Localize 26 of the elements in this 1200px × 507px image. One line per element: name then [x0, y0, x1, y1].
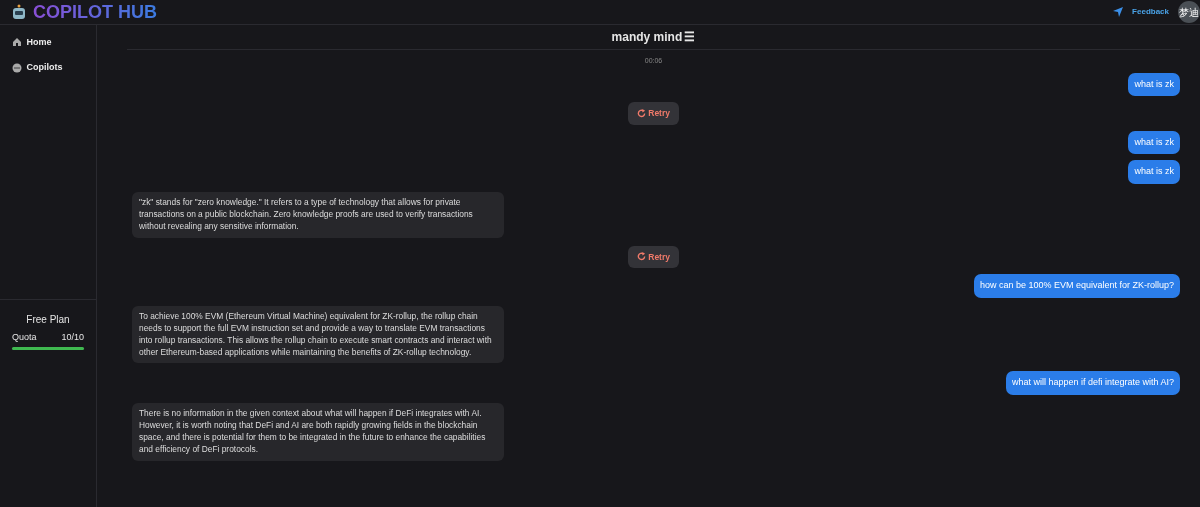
- plan-title: Free Plan: [25, 312, 71, 327]
- user-message: what is zk: [1128, 130, 1180, 155]
- paper-plane-icon[interactable]: [1113, 7, 1124, 17]
- robot-icon: [12, 4, 26, 20]
- user-message: what is zk: [1128, 160, 1180, 184]
- quota-value: 10/10: [61, 331, 84, 344]
- bot-message: To achieve 100% EVM (Ethereum Virtual Machine) equivalent for ZK-rollup, the rollup chain needs to support the full EVM instruction set and provide a way to translate EVM transactions into rollup transactions. This allows the rollup chain to execute smart contracts and interact with other Ethereum-based applications while maintaining the benefits of ZK-rollup technology.: [132, 305, 504, 364]
- refresh-icon: [637, 252, 646, 262]
- bot-message: There is no information in the given context about what will happen if DeFi integrates with AI. However, it is worth noting that DeFi and AI are both rapidly growing fields in the blockchain space, and there is potential for them to be integrated in the future to enhance the capabilities and efficiency of DeFi protocols.: [132, 402, 504, 461]
- quota-label: Quota: [12, 331, 37, 344]
- app-title: COPILOT HUB: [33, 3, 157, 21]
- refresh-icon: [637, 108, 646, 118]
- bot-message: "zk" stands for "zero knowledge." It refers to a type of technology that allows for private transactions on a public blockchain. Zero knowledge proofs are used to verify transactions without revealing any sensitive information.: [132, 191, 504, 238]
- user-message: how can be 100% EVM equivalent for ZK-rollup?: [973, 274, 1180, 298]
- house-icon: [12, 37, 22, 48]
- user-avatar[interactable]: 梦迪: [1178, 1, 1200, 23]
- retry-button[interactable]: Retry: [628, 245, 679, 269]
- chat-title: mandy mind: [611, 29, 683, 46]
- sidebar-item[interactable]: Home: [0, 29, 96, 55]
- sidebar-item[interactable]: Copilots: [0, 55, 96, 81]
- feedback-link[interactable]: Feedback: [1132, 6, 1169, 18]
- chat-bubble-icon: [12, 62, 22, 73]
- user-message: what is zk: [1128, 72, 1180, 96]
- retry-button[interactable]: Retry: [628, 102, 679, 125]
- user-message: what will happen if defi integrate with AI?: [1005, 371, 1180, 395]
- menu-icon[interactable]: ☰: [684, 28, 696, 46]
